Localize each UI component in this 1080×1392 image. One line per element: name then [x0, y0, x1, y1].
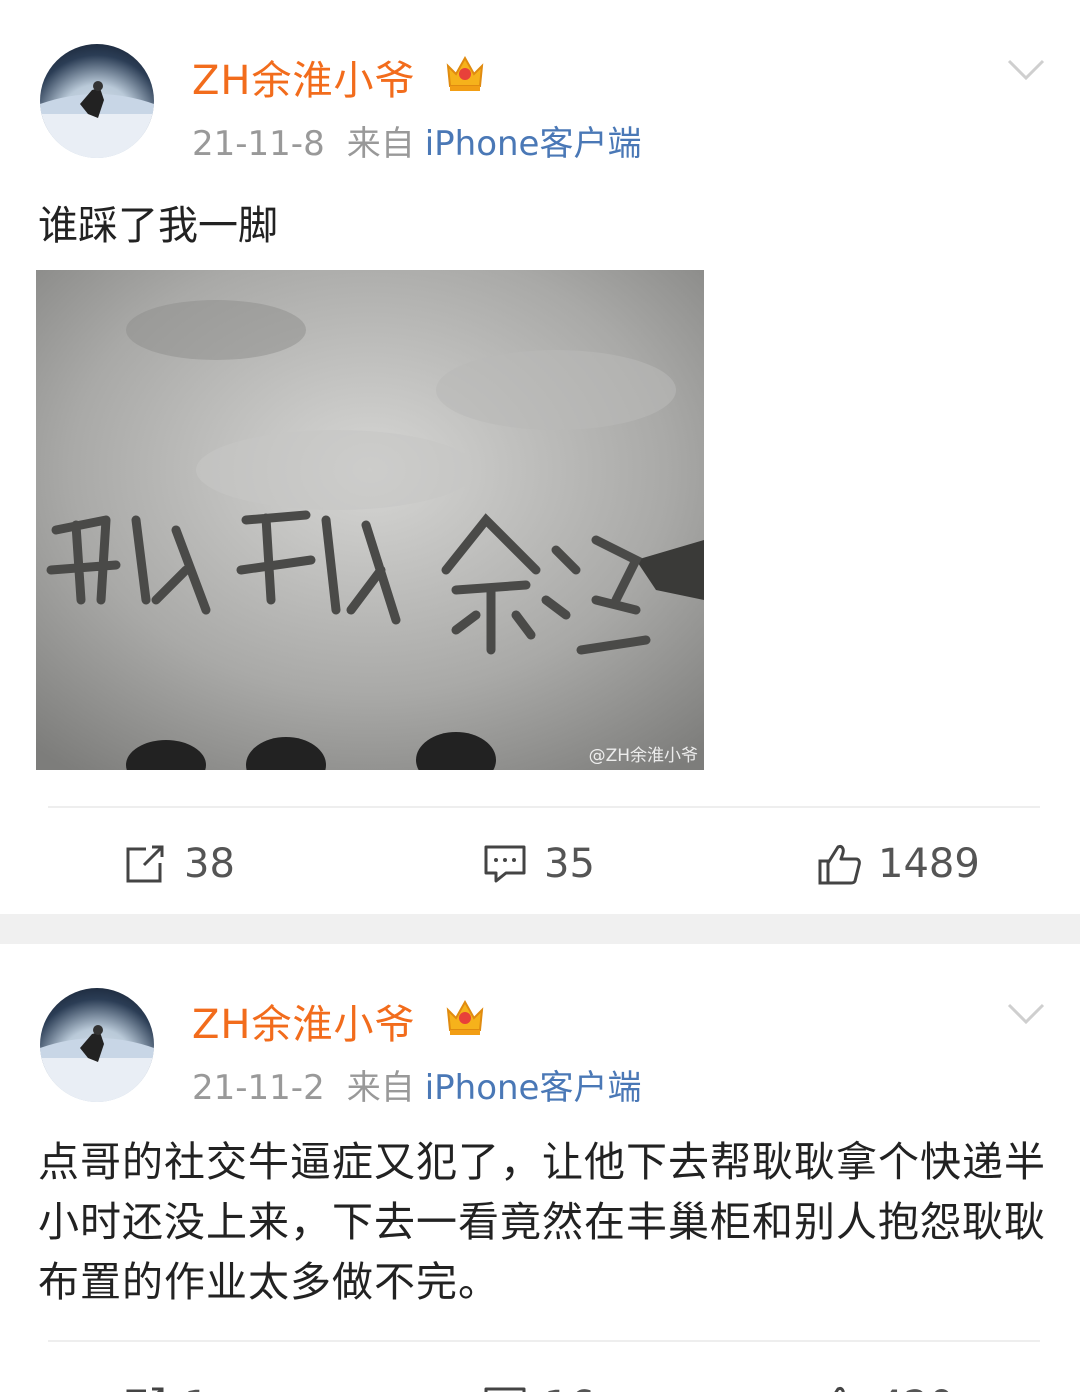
- comment-button[interactable]: 16: [482, 1376, 595, 1392]
- like-button[interactable]: 420: [816, 1376, 954, 1392]
- chevron-down-icon[interactable]: [1006, 56, 1046, 84]
- post-meta: 21-11-2 来自 iPhone客户端: [192, 1060, 641, 1109]
- avatar[interactable]: [40, 44, 154, 158]
- post-date: 21-11-2: [192, 1068, 325, 1108]
- like-count: 1489: [878, 841, 980, 887]
- like-count: 420: [878, 1383, 954, 1392]
- divider: [48, 1340, 1040, 1342]
- post-separator: [0, 914, 1080, 944]
- weibo-post: ZH余淮小爷 21-11-2 来自 iPhone客户端 点哥的社交牛逼症又犯了，让他…: [0, 944, 1080, 1392]
- repost-icon: [126, 1387, 164, 1392]
- post-text: 谁踩了我一脚: [38, 203, 278, 249]
- repost-icon: [126, 845, 164, 883]
- comment-icon: [484, 1387, 526, 1392]
- crown-badge-icon: [446, 55, 484, 91]
- source-prefix: 来自: [346, 124, 415, 164]
- client-link[interactable]: iPhone客户端: [425, 1068, 642, 1108]
- image-watermark: @ZH余淮小爷: [588, 746, 698, 766]
- avatar[interactable]: [40, 988, 154, 1102]
- thumbs-up-icon: [834, 1387, 845, 1392]
- weibo-post: ZH余淮小爷 21-11-8 来自 iPhone客户端 谁踩了我一脚 @ZH余淮…: [0, 0, 1080, 914]
- post-text: 点哥的社交牛逼症又犯了，让他下去帮耿耿拿个快递半小时还没上来，下去一看竟然在丰巢…: [38, 1138, 1046, 1306]
- post-image[interactable]: @ZH余淮小爷: [36, 270, 704, 770]
- username[interactable]: ZH余淮小爷: [192, 48, 415, 106]
- username[interactable]: ZH余淮小爷: [192, 992, 415, 1050]
- repost-button[interactable]: 1: [122, 1376, 209, 1392]
- source-prefix: 来自: [346, 1068, 415, 1108]
- post-date: 21-11-8: [192, 124, 325, 164]
- like-button[interactable]: 1489: [816, 834, 980, 894]
- crown-badge-icon: [446, 999, 484, 1035]
- divider: [48, 806, 1040, 808]
- comment-icon: [484, 845, 526, 883]
- comment-button[interactable]: 35: [482, 834, 595, 894]
- chevron-down-icon[interactable]: [1006, 1000, 1046, 1028]
- thumbs-up-icon: [818, 845, 861, 885]
- action-bar: 1 16 420: [0, 1376, 1080, 1392]
- comment-count: 16: [544, 1383, 595, 1392]
- client-link[interactable]: iPhone客户端: [425, 124, 642, 164]
- repost-button[interactable]: 38: [122, 834, 235, 894]
- repost-count: 38: [184, 841, 235, 887]
- comment-count: 35: [544, 841, 595, 887]
- action-bar: 38 35 1489: [0, 834, 1080, 894]
- repost-count: 1: [184, 1383, 209, 1392]
- post-meta: 21-11-8 来自 iPhone客户端: [192, 116, 641, 165]
